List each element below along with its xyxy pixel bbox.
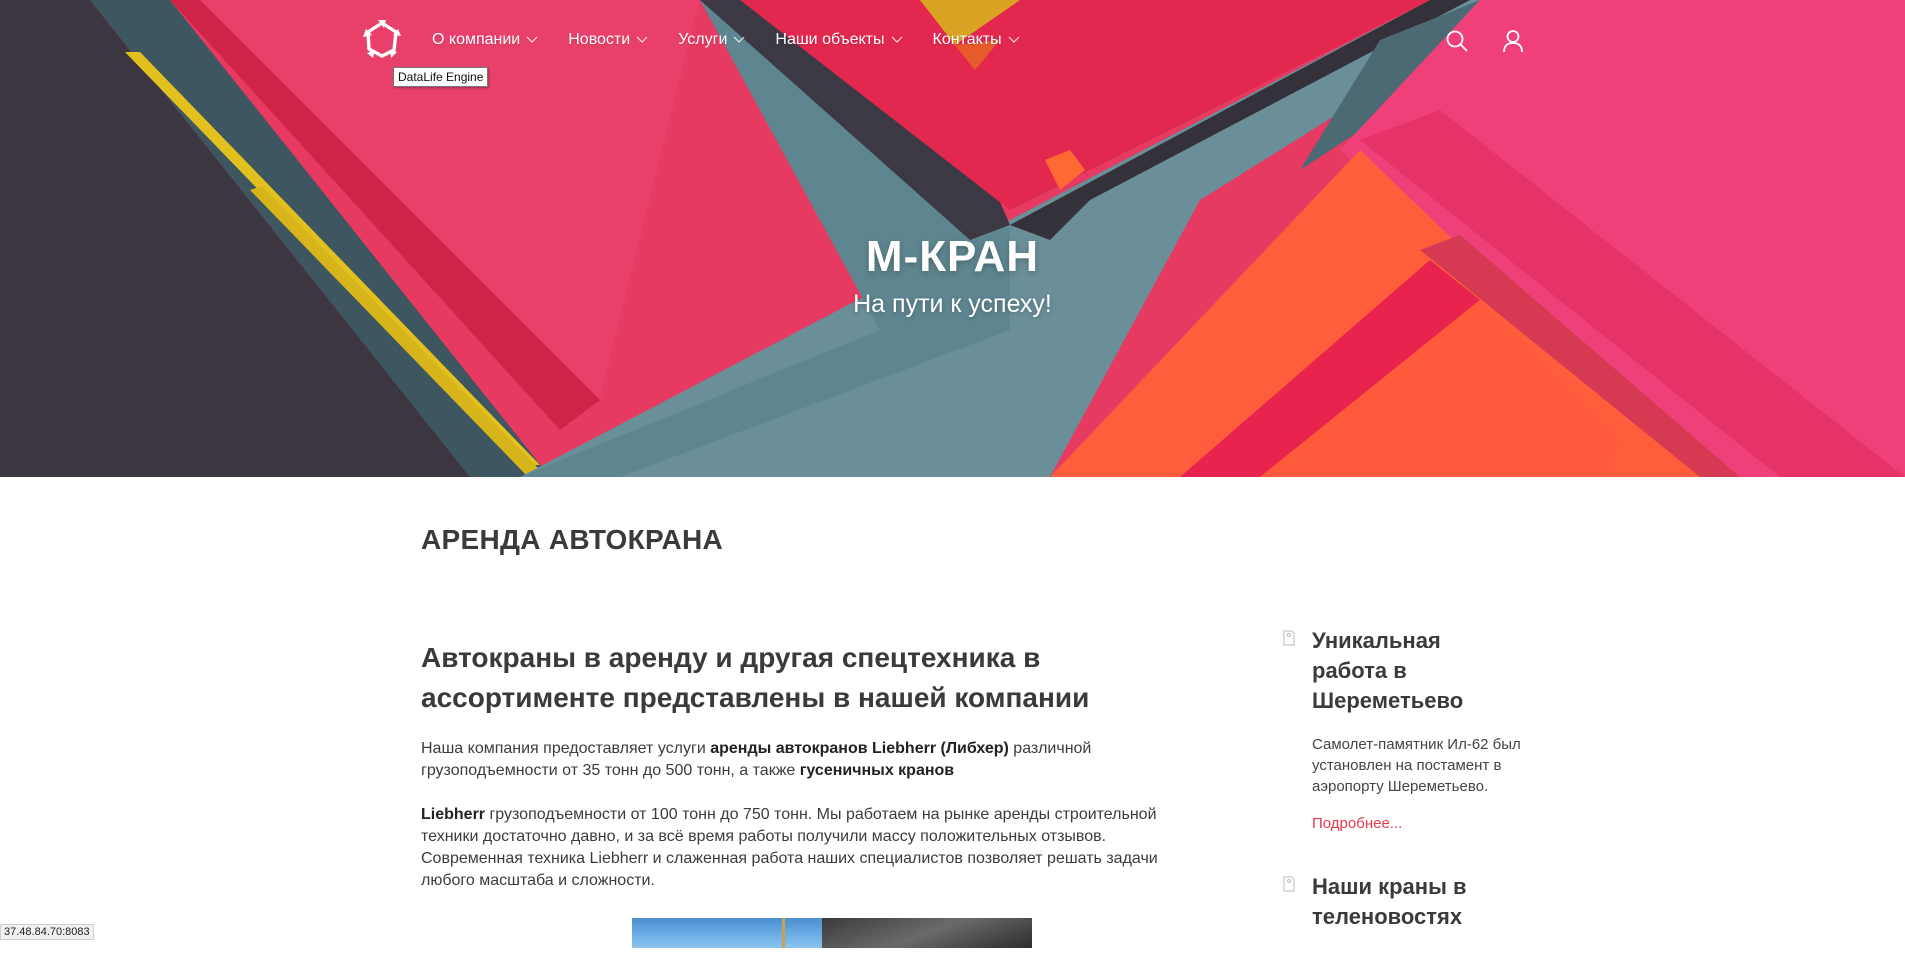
hero-title: М-КРАН	[865, 232, 1040, 281]
main-nav: О компании Новости Услуги Наши объекты К…	[362, 20, 1050, 60]
search-icon	[1446, 30, 1468, 52]
chevron-down-icon	[891, 36, 902, 43]
article-photo	[632, 918, 1032, 948]
star-logo[interactable]	[362, 20, 402, 60]
menu-item-contacts[interactable]: Контакты	[933, 31, 1020, 49]
menu-label: Наши объекты	[775, 31, 885, 48]
sidebar: Уникальная работа в Шереметьево Самолет-…	[1282, 626, 1522, 972]
article: Автокраны в аренду и другая спецтехника …	[421, 638, 1211, 892]
tag-icon	[1283, 876, 1295, 892]
user-button[interactable]	[1496, 24, 1530, 58]
menu-item-news[interactable]: Новости	[568, 31, 648, 49]
menu-label: Контакты	[932, 31, 1002, 48]
chevron-down-icon	[733, 36, 745, 43]
menu-item-about[interactable]: О компании	[432, 31, 538, 49]
article-paragraph-1: Наша компания предоставляет услуги аренд…	[421, 738, 1211, 782]
menu-label: Новости	[568, 31, 631, 48]
chevron-down-icon	[526, 36, 538, 43]
menu-label: О компании	[432, 31, 521, 48]
header-tools	[1440, 24, 1552, 58]
top-menu: О компании Новости Услуги Наши объекты К…	[432, 31, 1050, 49]
news-text: Самолет-памятник Ил-62 был установлен на…	[1312, 736, 1521, 795]
bold-text: Liebherr	[421, 806, 486, 823]
news-title[interactable]: Наши краны в теленовостях	[1312, 872, 1522, 932]
chevron-down-icon	[636, 36, 648, 43]
search-button[interactable]	[1440, 24, 1474, 58]
sidebar-news-item: Наши краны в теленовостях	[1282, 872, 1522, 932]
menu-item-services[interactable]: Услуги	[678, 31, 745, 49]
text-span: грузоподъемности от 100 тонн до 750 тонн…	[421, 806, 1158, 889]
tag-icon	[1283, 630, 1295, 646]
hero-banner: О компании Новости Услуги Наши объекты К…	[0, 0, 1905, 477]
user-icon	[1503, 30, 1523, 53]
chevron-down-icon	[1008, 36, 1020, 43]
menu-label: Услуги	[678, 31, 728, 48]
article-title: Автокраны в аренду и другая спецтехника …	[421, 642, 1090, 713]
status-url: 37.48.84.70:8083	[0, 924, 94, 940]
crane-boom	[782, 918, 785, 948]
bold-text: гусеничных кранов	[799, 762, 955, 779]
menu-item-objects[interactable]: Наши объекты	[775, 31, 902, 49]
hero-subtitle: На пути к успеху!	[853, 290, 1052, 318]
page-title: АРЕНДА АВТОКРАНА	[421, 524, 724, 555]
bold-text: аренды автокранов Liebherr (Либхер)	[710, 740, 1009, 757]
news-title[interactable]: Уникальная работа в Шереметьево	[1312, 626, 1522, 716]
sidebar-news-item: Уникальная работа в Шереметьево Самолет-…	[1282, 626, 1522, 832]
photo-structure	[822, 918, 1032, 948]
read-more-link[interactable]: Подробнее...	[1312, 815, 1522, 832]
article-paragraph-2: Liebherr грузоподъемности от 100 тонн до…	[421, 804, 1211, 892]
logo-tooltip: DataLife Engine	[393, 67, 489, 87]
text-span: Наша компания предоставляет услуги	[421, 740, 711, 757]
